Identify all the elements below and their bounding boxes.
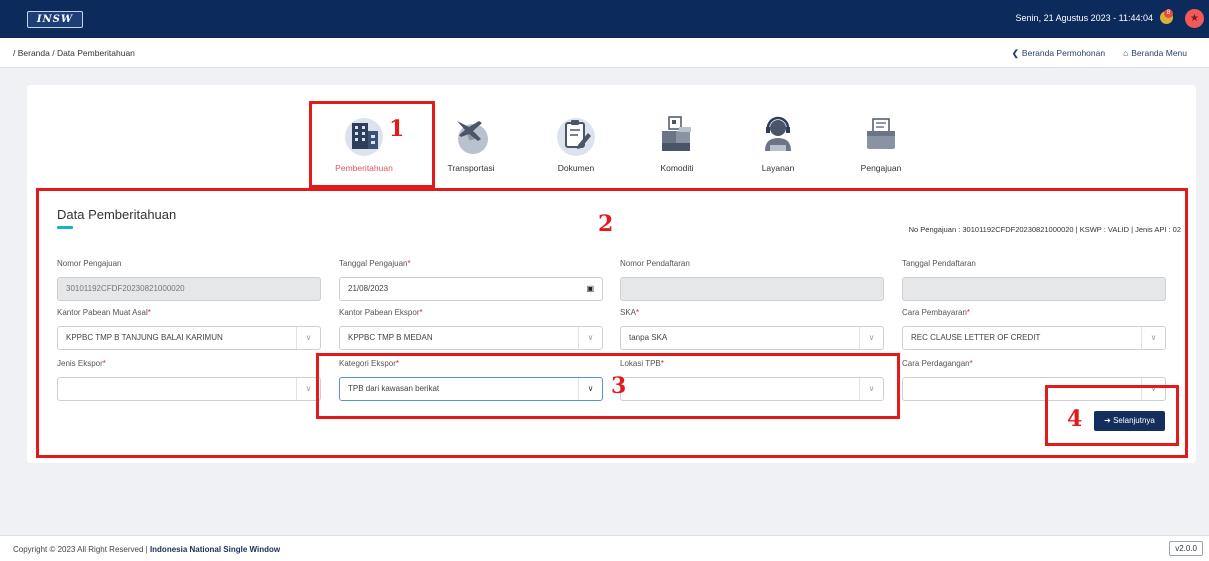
org-name: Indonesia National Single Window <box>149 545 281 554</box>
copyright-text: Copyright © 2023 All Right Reserved | In… <box>13 545 281 554</box>
breadcrumb: / Beranda / Data Pemberitahuan <box>13 48 135 58</box>
annotation-number-3: 3 <box>611 373 627 399</box>
annotation-box-1 <box>309 101 435 188</box>
step-komoditi[interactable]: Komoditi <box>637 113 717 173</box>
chevron-left-icon: ❮ <box>1011 48 1019 58</box>
step-pengajuan[interactable]: Pengajuan <box>841 113 921 173</box>
step-label: Komoditi <box>660 163 694 173</box>
version-badge: v2.0.0 <box>1169 541 1203 556</box>
document-edit-icon <box>557 118 595 156</box>
user-avatar[interactable]: ★ <box>1185 9 1204 28</box>
customer-service-icon <box>765 116 791 151</box>
annotation-number-4: 4 <box>1067 406 1083 432</box>
breadcrumb-bar: / Beranda / Data Pemberitahuan ❮ Beranda … <box>0 38 1209 68</box>
boxes-icon <box>662 116 691 151</box>
annotation-number-2: 2 <box>598 211 614 237</box>
step-layanan[interactable]: Layanan <box>738 113 818 173</box>
step-label: Dokumen <box>557 163 595 173</box>
step-label: Transportasi <box>447 163 495 173</box>
step-label: Pengajuan <box>860 163 902 173</box>
footer: Copyright © 2023 All Right Reserved | In… <box>0 535 1209 561</box>
datetime-display: Senin, 21 Agustus 2023 - 11:44:04 <box>1015 13 1153 23</box>
step-label: Layanan <box>761 163 795 173</box>
step-transportasi[interactable]: Transportasi <box>431 113 511 173</box>
beranda-menu-link[interactable]: ⌂ Beranda Menu <box>1123 48 1187 59</box>
annotation-number-1: 1 <box>389 116 405 142</box>
annotation-box-3 <box>316 353 900 419</box>
insw-logo[interactable]: INSW <box>27 11 83 28</box>
beranda-permohonan-link[interactable]: ❮ Beranda Permohonan <box>1012 48 1105 59</box>
top-navbar: INSW Senin, 21 Agustus 2023 - 11:44:04 8… <box>0 0 1209 38</box>
home-icon: ⌂ <box>1123 48 1129 58</box>
notification-count: 8 <box>1164 9 1173 18</box>
submission-box-icon <box>867 118 895 149</box>
step-dokumen[interactable]: Dokumen <box>536 113 616 173</box>
airplane-globe-icon <box>457 121 488 154</box>
notification-bell-icon[interactable]: 8 <box>1160 9 1174 25</box>
annotation-box-4 <box>1045 385 1179 446</box>
